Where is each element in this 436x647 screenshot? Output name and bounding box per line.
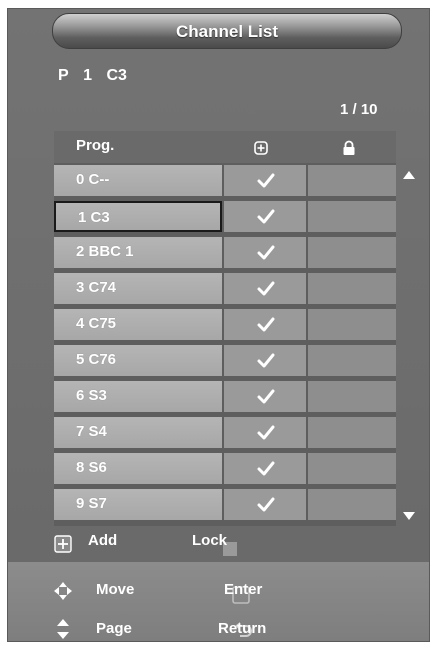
channel-lock-cell[interactable] <box>308 201 396 232</box>
channel-row[interactable]: 2 BBC 1 <box>54 237 396 268</box>
page-title: Channel List <box>175 22 278 41</box>
channel-label: 4 C75 <box>76 315 117 332</box>
page-indicator: 1 / 10 <box>340 101 378 118</box>
current-channel-number: 1 <box>83 67 93 84</box>
channel-lock-cell[interactable] <box>308 345 396 376</box>
channel-label: 6 S3 <box>76 387 107 404</box>
channel-name-cell[interactable]: 9 S7 <box>54 489 222 520</box>
channel-lock-cell[interactable] <box>308 381 396 412</box>
channel-lock-cell[interactable] <box>308 417 396 448</box>
channel-add-cell[interactable] <box>224 417 306 448</box>
channel-lock-cell[interactable] <box>308 273 396 304</box>
table-header: Prog. <box>54 131 396 163</box>
channel-name-cell[interactable]: 7 S4 <box>54 417 222 448</box>
channel-row[interactable]: 0 C-- <box>54 165 396 196</box>
channel-lock-cell[interactable] <box>308 489 396 520</box>
channel-add-cell[interactable] <box>224 309 306 340</box>
hint-page: Page <box>96 620 132 637</box>
checkmark-icon <box>257 389 275 404</box>
channel-list-screen: Channel List P 1 C3 1 / 10 Prog. 0 C-- 1 … <box>7 8 430 642</box>
channel-add-cell[interactable] <box>224 345 306 376</box>
current-channel: P 1 C3 <box>58 67 137 85</box>
checkmark-icon <box>257 353 275 368</box>
checkmark-icon <box>257 173 275 188</box>
add-icon <box>254 141 268 155</box>
channel-name-cell[interactable]: 8 S6 <box>54 453 222 484</box>
channel-name-cell[interactable]: 5 C76 <box>54 345 222 376</box>
channel-row[interactable]: 7 S4 <box>54 417 396 448</box>
channel-row[interactable]: 3 C74 <box>54 273 396 304</box>
checkmark-icon <box>257 317 275 332</box>
channel-add-cell[interactable] <box>224 165 306 196</box>
channel-label: 2 BBC 1 <box>76 243 134 260</box>
channel-name-cell[interactable]: 2 BBC 1 <box>54 237 222 268</box>
lock-icon <box>343 140 355 155</box>
checkmark-icon <box>257 425 275 440</box>
hint-enter: Enter <box>224 581 263 598</box>
channel-label: 9 S7 <box>76 495 107 512</box>
channel-label: 7 S4 <box>76 423 107 440</box>
button-hint-bar: Move Enter P Page Return <box>8 562 429 641</box>
channel-lock-cell[interactable] <box>308 165 396 196</box>
channel-label: 8 S6 <box>76 459 107 476</box>
channel-label: 1 C3 <box>78 209 110 226</box>
channel-label: 0 C-- <box>76 171 110 188</box>
channel-add-cell[interactable] <box>224 381 306 412</box>
current-channel-prefix: P <box>58 67 69 84</box>
header-prog: Prog. <box>76 137 115 154</box>
svg-text:P: P <box>60 625 66 634</box>
scroll-down-icon[interactable] <box>402 511 416 521</box>
channel-add-cell[interactable] <box>224 273 306 304</box>
legend-add-label: Add <box>88 532 118 549</box>
checkmark-icon <box>257 461 275 476</box>
channel-row[interactable]: 6 S3 <box>54 381 396 412</box>
channel-table: Prog. 0 C-- 1 C3 2 BBC 1 3 C74 4 C75 5 C76 6 S… <box>54 131 396 526</box>
hint-move: Move <box>96 581 135 598</box>
checkmark-icon <box>257 497 275 512</box>
current-channel-name: C3 <box>106 67 127 84</box>
hint-return: Return <box>218 620 267 637</box>
checkmark-icon <box>257 281 275 296</box>
channel-name-cell[interactable]: 1 C3 <box>54 201 222 232</box>
channel-row[interactable]: 5 C76 <box>54 345 396 376</box>
move-arrows-icon <box>54 582 72 600</box>
channel-row[interactable]: 1 C3 <box>54 201 396 232</box>
channel-name-cell[interactable]: 6 S3 <box>54 381 222 412</box>
title-bar: Channel List <box>15 13 429 49</box>
channel-lock-cell[interactable] <box>308 309 396 340</box>
scroll-up-icon[interactable] <box>402 170 416 180</box>
checkmark-icon <box>257 245 275 260</box>
channel-row[interactable]: 8 S6 <box>54 453 396 484</box>
add-legend-icon <box>54 535 72 553</box>
channel-add-cell[interactable] <box>224 489 306 520</box>
channel-name-cell[interactable]: 0 C-- <box>54 165 222 196</box>
checkmark-icon <box>257 209 275 224</box>
channel-label: 5 C76 <box>76 351 117 368</box>
channel-row[interactable]: 4 C75 <box>54 309 396 340</box>
channel-lock-cell[interactable] <box>308 453 396 484</box>
channel-add-cell[interactable] <box>224 201 306 232</box>
page-arrows-icon: P <box>57 619 69 639</box>
channel-name-cell[interactable]: 3 C74 <box>54 273 222 304</box>
channel-row[interactable]: 9 S7 <box>54 489 396 520</box>
channel-label: 3 C74 <box>76 279 117 296</box>
legend-lock-label: Lock <box>192 532 228 549</box>
channel-lock-cell[interactable] <box>308 237 396 268</box>
channel-name-cell[interactable]: 4 C75 <box>54 309 222 340</box>
channel-add-cell[interactable] <box>224 453 306 484</box>
channel-add-cell[interactable] <box>224 237 306 268</box>
